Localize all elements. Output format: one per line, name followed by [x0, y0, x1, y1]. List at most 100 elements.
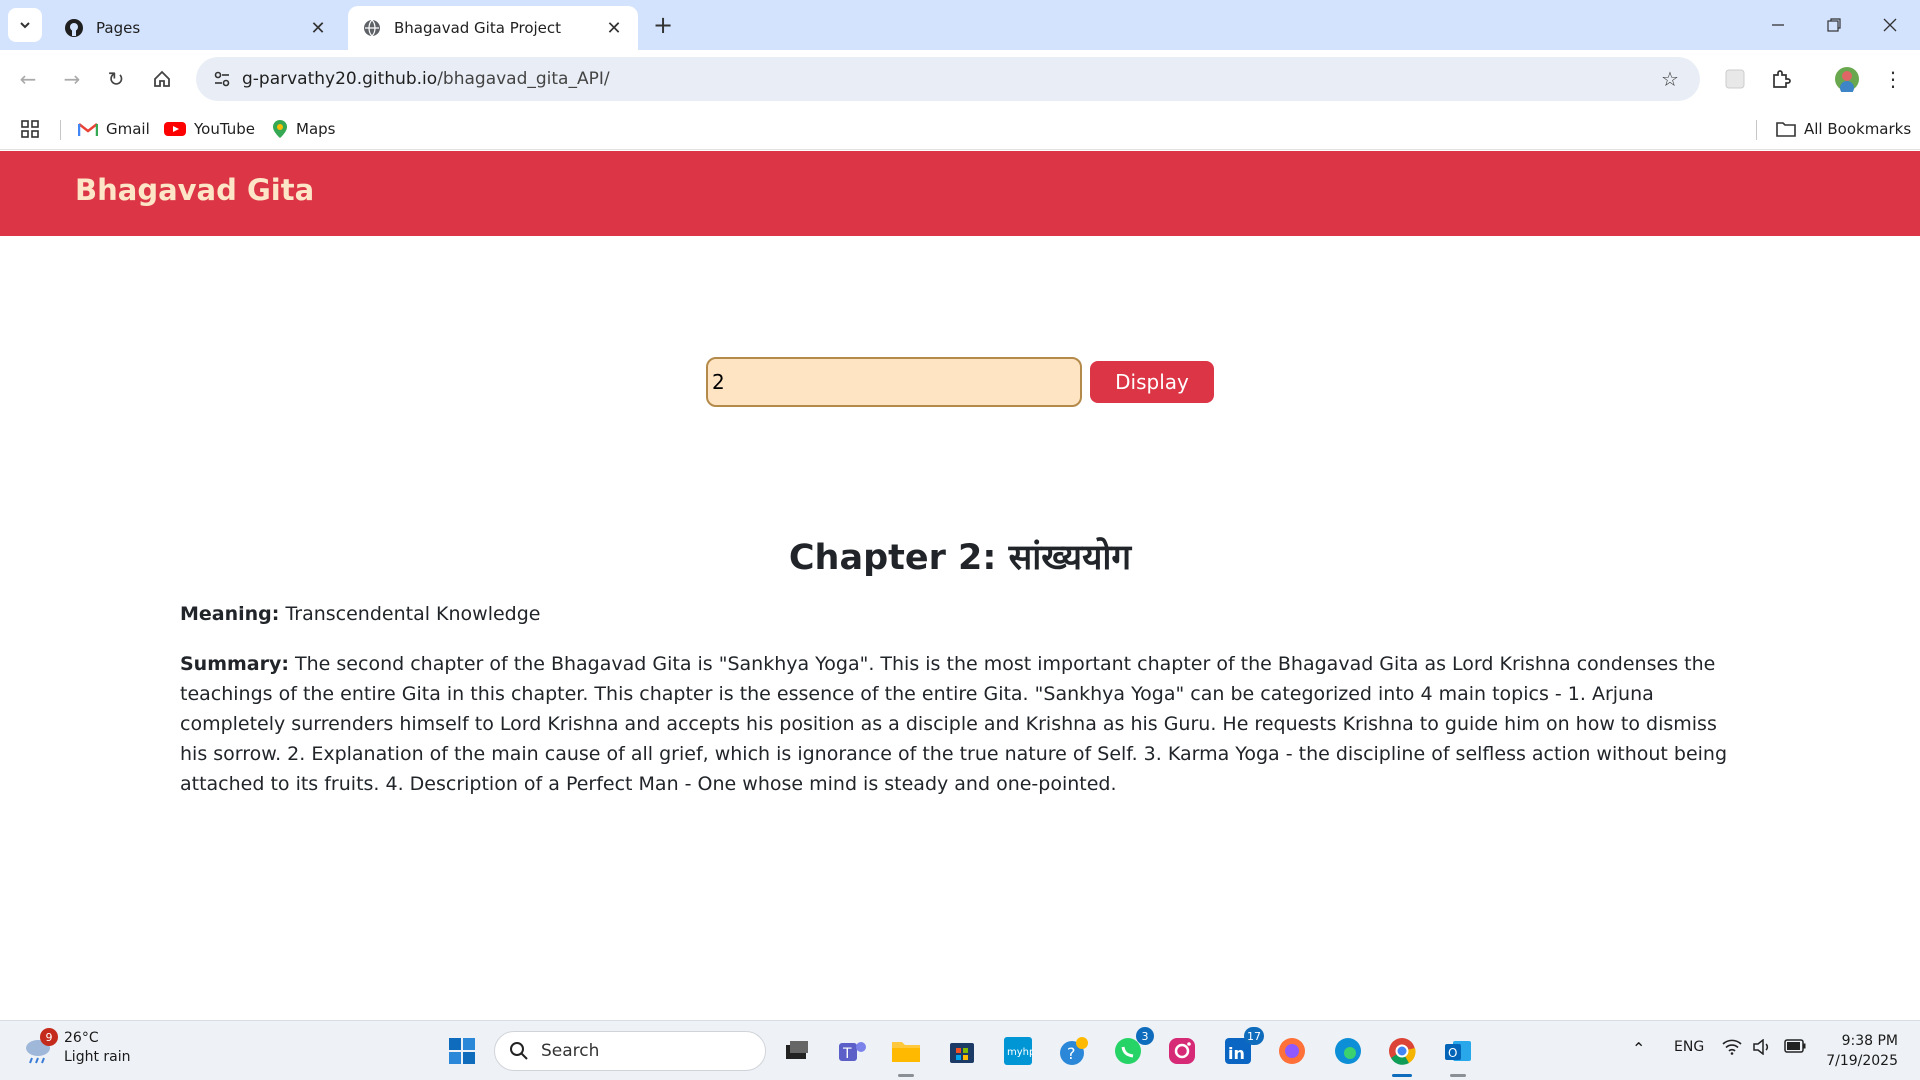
svg-text:?: ? — [1067, 1044, 1076, 1063]
taskbar-search-label: Search — [541, 1041, 600, 1061]
meaning-text: Transcendental Knowledge — [285, 603, 541, 625]
file-explorer-icon[interactable] — [886, 1031, 926, 1077]
display-button[interactable]: Display — [1090, 361, 1214, 403]
store-icon[interactable] — [942, 1031, 982, 1071]
tab-pages[interactable]: Pages ✕ — [50, 6, 342, 50]
extensions-puzzle-icon[interactable] — [1766, 64, 1796, 94]
task-view-icon[interactable] — [776, 1031, 816, 1071]
svg-text:T: T — [842, 1046, 852, 1062]
running-indicator — [898, 1074, 914, 1077]
github-icon — [64, 18, 84, 38]
close-icon — [1883, 18, 1897, 32]
weather-temp: 26°C — [64, 1030, 99, 1046]
restore-button[interactable] — [1806, 0, 1862, 50]
all-bookmarks-button[interactable]: All Bookmarks — [1776, 116, 1911, 142]
forward-button[interactable]: → — [56, 63, 88, 95]
chapter-title: Chapter 2: सांख्ययोग — [788, 538, 1132, 578]
address-bar[interactable]: g-parvathy20.github.io/bhagavad_gita_API… — [196, 57, 1700, 101]
instagram-icon[interactable] — [1162, 1031, 1202, 1071]
teams-icon[interactable]: T — [832, 1031, 872, 1071]
meaning-label: Meaning: — [180, 603, 280, 625]
browser-toolbar: ← → ↻ g-parvathy20.github.io/bhagavad_gi… — [0, 50, 1920, 108]
wifi-icon[interactable] — [1722, 1039, 1742, 1059]
folder-icon — [1776, 121, 1796, 137]
linkedin-icon[interactable]: in 17 — [1218, 1027, 1264, 1071]
whatsapp-icon[interactable]: 3 — [1108, 1027, 1154, 1071]
home-icon — [154, 70, 170, 87]
globe-icon — [362, 18, 382, 38]
home-button[interactable] — [146, 63, 178, 95]
site-settings-icon[interactable] — [202, 69, 242, 89]
tab-title: Pages — [96, 19, 141, 37]
summary-label: Summary: — [180, 653, 289, 675]
extension-placeholder-icon[interactable] — [1720, 64, 1750, 94]
firefox-icon[interactable] — [1272, 1031, 1312, 1071]
menu-kebab-icon[interactable]: ⋮ — [1878, 64, 1908, 94]
url-host: g-parvathy20.github.io — [242, 69, 438, 89]
clock-time: 9:38 PM — [1841, 1033, 1898, 1049]
start-button[interactable] — [442, 1031, 482, 1071]
battery-icon[interactable] — [1784, 1039, 1806, 1057]
active-indicator — [1392, 1074, 1412, 1077]
bookmark-separator — [1756, 120, 1757, 140]
url-path: /bhagavad_gita_API/ — [437, 69, 610, 89]
back-button[interactable]: ← — [12, 63, 44, 95]
rain-cloud-icon: 9 — [20, 1028, 58, 1066]
myhp-icon[interactable]: myhp — [998, 1031, 1038, 1071]
reload-button[interactable]: ↻ — [100, 63, 132, 95]
linkedin-badge: 17 — [1244, 1027, 1264, 1045]
reload-icon: ↻ — [107, 67, 125, 91]
profile-avatar[interactable] — [1832, 64, 1862, 94]
url-text: g-parvathy20.github.io/bhagavad_gita_API… — [242, 69, 610, 89]
minimize-button[interactable] — [1750, 0, 1806, 50]
svg-text:in: in — [1228, 1044, 1245, 1063]
all-bookmarks-label: All Bookmarks — [1804, 120, 1912, 138]
window-close-button[interactable] — [1862, 0, 1918, 50]
chapter-number-input[interactable] — [706, 357, 1082, 407]
tab-title: Bhagavad Gita Project — [394, 19, 562, 37]
browser-tab-bar: Pages ✕ Bhagavad Gita Project ✕ + — [0, 0, 1920, 50]
bookmark-maps[interactable]: Maps — [272, 116, 335, 142]
show-hidden-icons-chevron-up-icon[interactable]: ⌃ — [1632, 1039, 1645, 1058]
bookmark-label: Gmail — [106, 120, 150, 138]
system-clock[interactable]: 9:38 PM 7/19/2025 — [1826, 1031, 1898, 1071]
tab-bhagavad-gita[interactable]: Bhagavad Gita Project ✕ — [348, 6, 638, 50]
arrow-left-icon: ← — [19, 67, 37, 91]
taskbar-search[interactable]: Search — [494, 1031, 766, 1071]
bookmark-youtube[interactable]: YouTube — [164, 116, 255, 142]
close-icon[interactable]: ✕ — [308, 18, 328, 39]
weather-widget[interactable]: 9 26°C Light rain — [20, 1028, 131, 1067]
gmail-icon — [78, 121, 98, 137]
bookmark-gmail[interactable]: Gmail — [78, 116, 150, 142]
svg-text:myhp: myhp — [1007, 1047, 1033, 1058]
bookmark-star-icon[interactable]: ☆ — [1658, 67, 1682, 91]
minimize-icon — [1772, 24, 1784, 26]
windows-logo-icon — [449, 1038, 475, 1064]
chapter-search-form: Display — [706, 357, 1214, 407]
volume-icon[interactable] — [1752, 1038, 1772, 1059]
chapter-meaning: Meaning: Transcendental Knowledge — [180, 599, 1740, 629]
weather-desc: Light rain — [64, 1049, 131, 1065]
arrow-right-icon: → — [63, 67, 81, 91]
outlook-icon[interactable]: O — [1438, 1031, 1478, 1077]
clock-date: 7/19/2025 — [1826, 1053, 1898, 1069]
apps-grid-icon — [21, 120, 39, 138]
running-indicator — [1450, 1074, 1466, 1077]
search-icon — [510, 1042, 528, 1060]
close-icon[interactable]: ✕ — [604, 18, 624, 39]
site-brand[interactable]: Bhagavad Gita — [75, 173, 314, 207]
chrome-icon[interactable] — [1382, 1031, 1422, 1077]
restore-icon — [1827, 18, 1841, 32]
bookmark-label: YouTube — [194, 120, 255, 138]
new-tab-button[interactable]: + — [648, 10, 678, 40]
svg-text:O: O — [1448, 1046, 1457, 1060]
site-navbar: Bhagavad Gita — [0, 151, 1920, 236]
maps-pin-icon — [272, 119, 288, 139]
summary-text: The second chapter of the Bhagavad Gita … — [180, 653, 1728, 795]
language-indicator[interactable]: ENG — [1674, 1039, 1704, 1055]
windows-taskbar: 9 26°C Light rain Search T myhp ? 3 in 1… — [0, 1020, 1920, 1080]
tab-search-button[interactable] — [8, 8, 42, 42]
apps-grid-button[interactable] — [20, 116, 40, 142]
edge-icon[interactable] — [1328, 1031, 1368, 1071]
help-icon[interactable]: ? — [1054, 1031, 1094, 1071]
